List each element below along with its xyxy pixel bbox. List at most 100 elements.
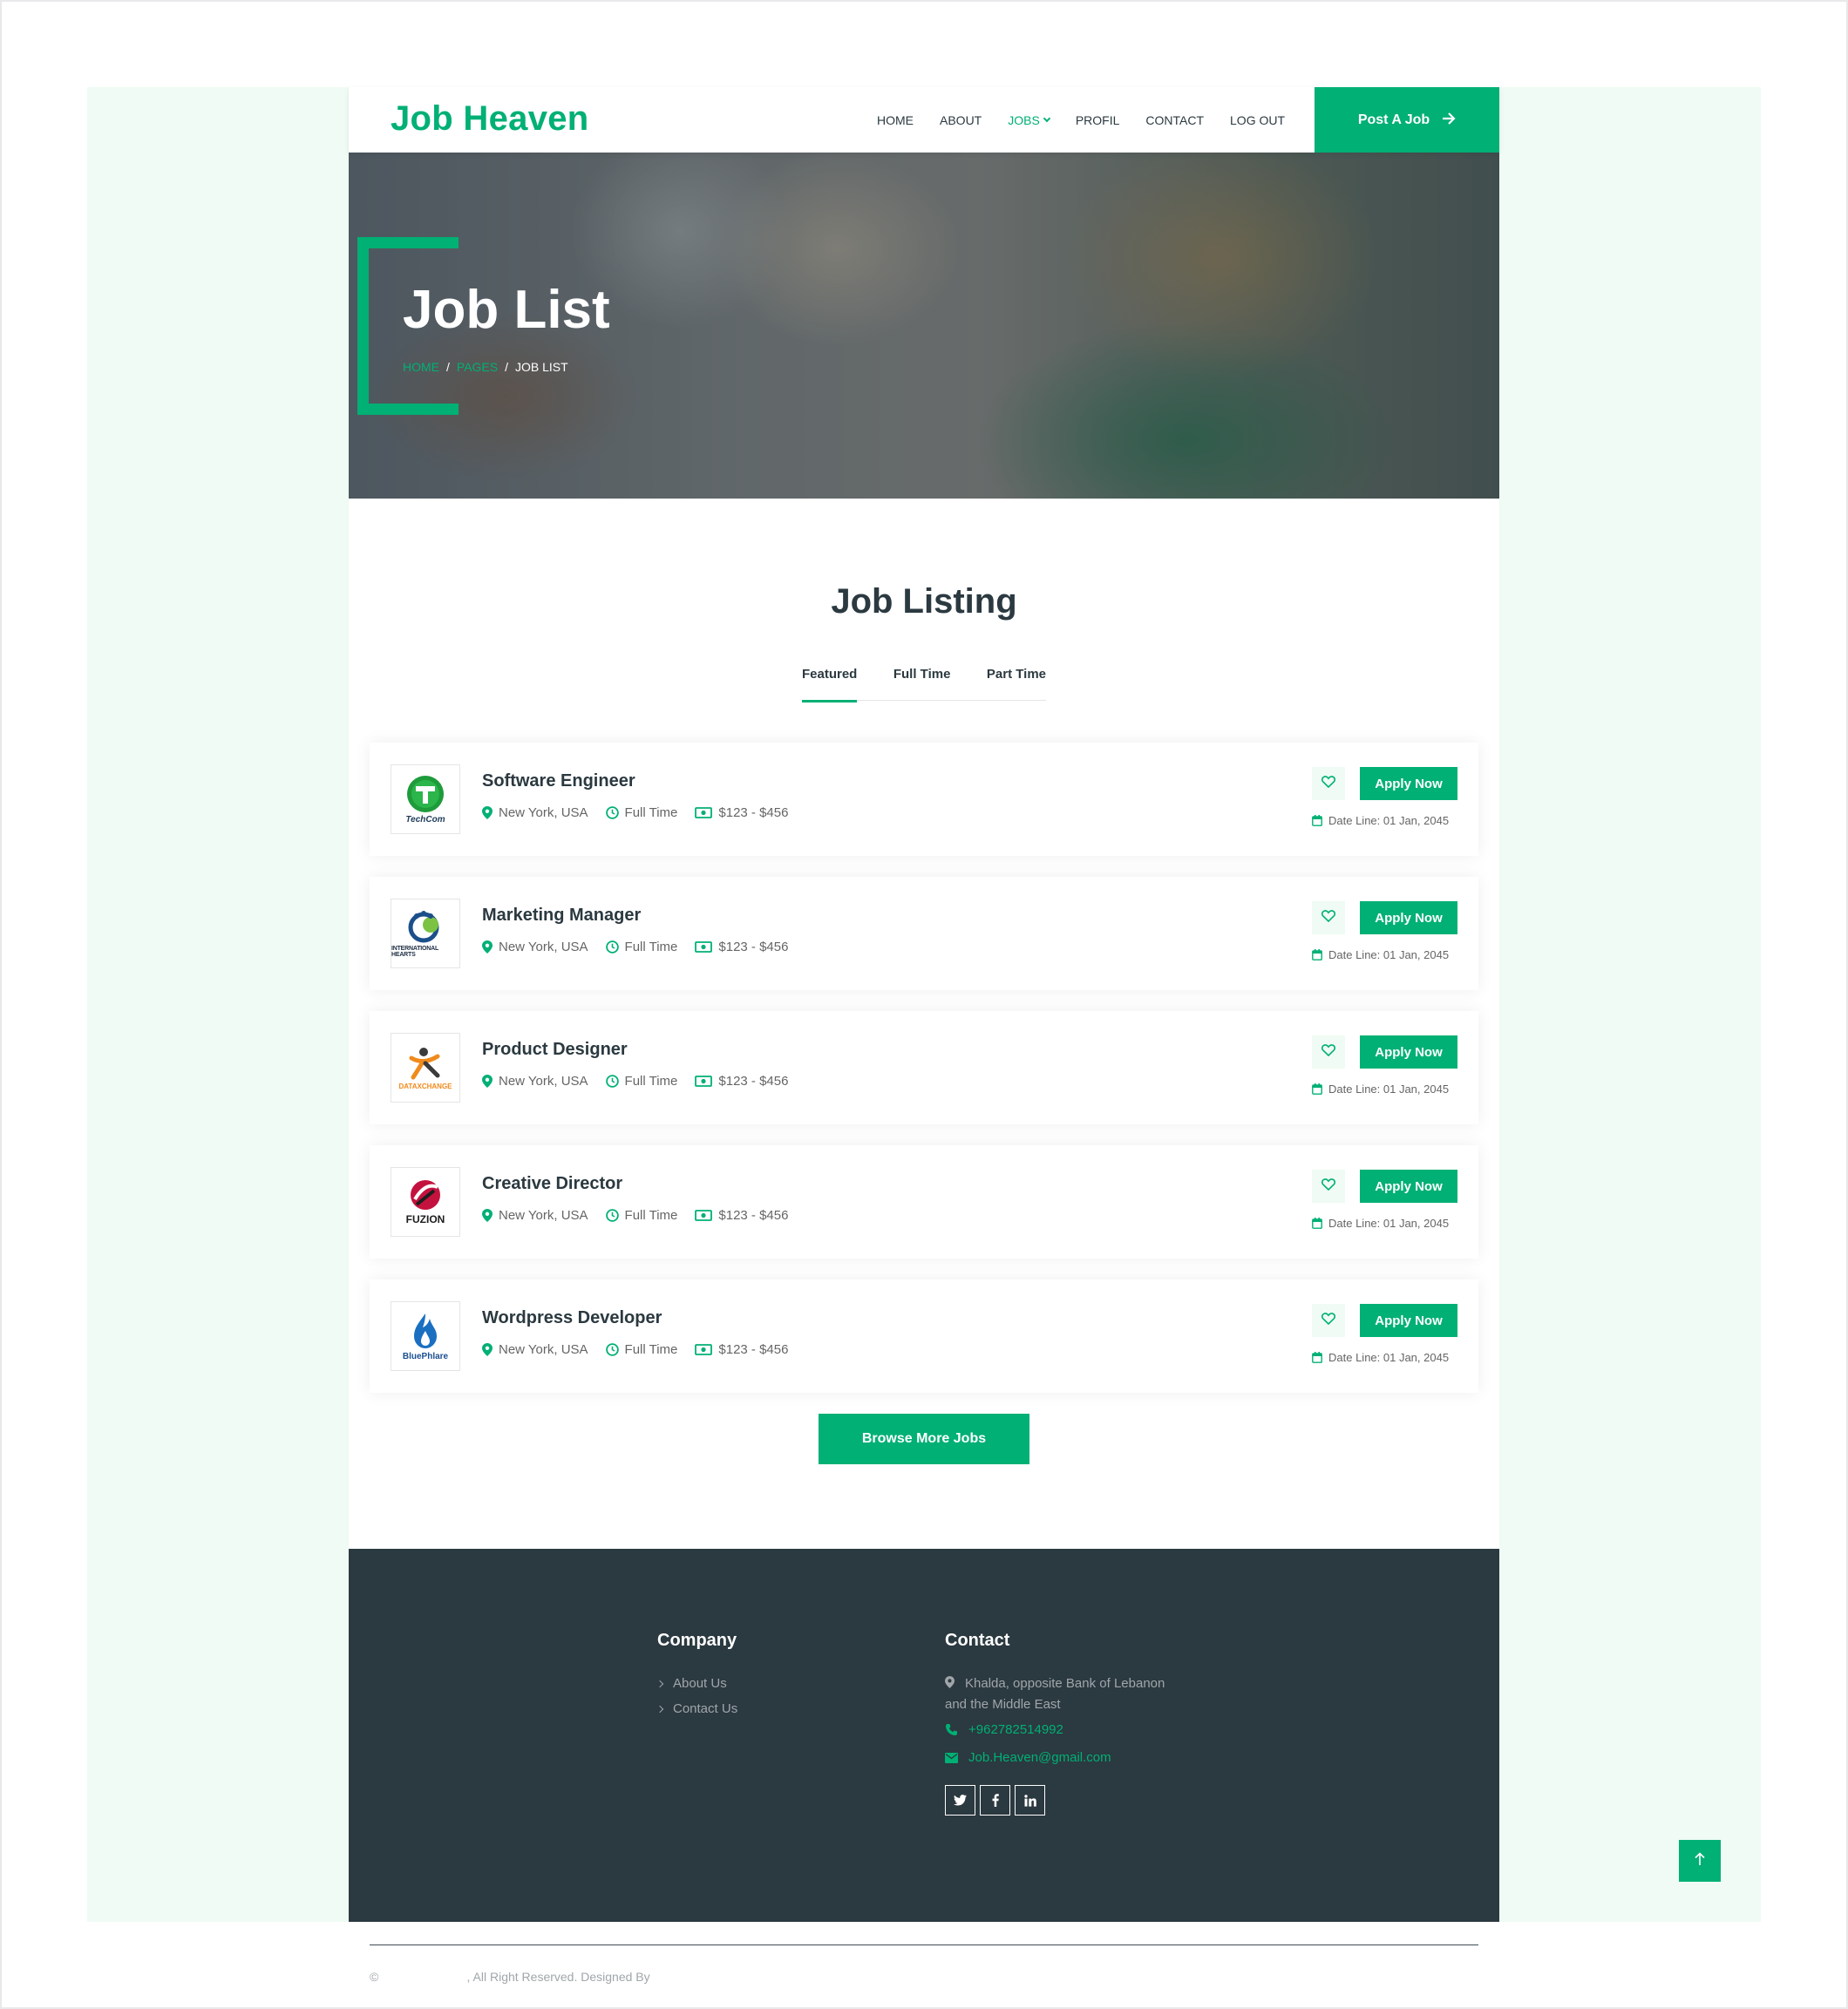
job-title[interactable]: Creative Director — [482, 1174, 622, 1194]
site-name-link[interactable]: Your Site Name — [381, 1970, 467, 1985]
job-meta: New York, USA Full Time $123 - $456 — [482, 1208, 805, 1223]
job-type-tabs: Featured Full Time Part Time — [802, 661, 1046, 702]
money-icon — [695, 807, 713, 818]
tab-part-time[interactable]: Part Time — [987, 661, 1046, 701]
nav-contact[interactable]: CONTACT — [1145, 113, 1204, 127]
heart-icon — [1321, 1312, 1336, 1329]
job-deadline: Date Line: 01 Jan, 2045 — [1312, 814, 1449, 827]
apply-now-button[interactable]: Apply Now — [1360, 1170, 1457, 1203]
job-salary: $123 - $456 — [718, 805, 789, 820]
job-list: TechCom Software Engineer New York, USA … — [370, 743, 1478, 1414]
dataxchange-logo-icon — [409, 1047, 440, 1079]
section-title: Job Listing — [831, 582, 1017, 621]
job-card: FUZION Creative Director New York, USA F… — [370, 1145, 1478, 1259]
footer-address: Khalda, opposite Bank of Lebanon and the… — [945, 1673, 1165, 1715]
job-deadline: Date Line: 01 Jan, 2045 — [1312, 1217, 1449, 1230]
job-title[interactable]: Marketing Manager — [482, 906, 641, 926]
clock-icon — [605, 806, 619, 819]
job-salary: $123 - $456 — [718, 1074, 789, 1089]
post-a-job-label: Post A Job — [1357, 112, 1430, 127]
deadline-text: Date Line: 01 Jan, 2045 — [1328, 1083, 1450, 1096]
job-type: Full Time — [624, 940, 678, 954]
heart-icon — [1321, 909, 1336, 926]
heart-icon — [1321, 775, 1336, 792]
footer-phone[interactable]: +962782514992 — [945, 1722, 1063, 1737]
facebook-icon[interactable] — [980, 1785, 1010, 1816]
breadcrumb-pages[interactable]: PAGES — [457, 360, 498, 374]
company-logo-text: TechCom — [405, 814, 445, 825]
apply-now-button[interactable]: Apply Now — [1360, 901, 1457, 934]
copyright-text: , All Right Reserved. Designed By — [466, 1970, 654, 1984]
money-icon — [695, 1076, 713, 1087]
map-marker-icon — [482, 940, 493, 954]
nav-profil[interactable]: PROFIL — [1076, 113, 1120, 127]
calendar-icon — [1312, 815, 1322, 826]
hero-banner: Job List HOME / PAGES / JOB LIST — [349, 153, 1499, 499]
job-deadline: Date Line: 01 Jan, 2045 — [1312, 1351, 1449, 1364]
footer-link-about-us[interactable]: About Us — [656, 1676, 727, 1691]
company-logo-text: BluePhlare — [402, 1351, 449, 1361]
deadline-text: Date Line: 01 Jan, 2045 — [1328, 948, 1450, 961]
nav-logout[interactable]: LOG OUT — [1230, 113, 1285, 127]
nav-about[interactable]: ABOUT — [940, 113, 982, 127]
calendar-icon — [1312, 1352, 1322, 1363]
nav-home[interactable]: HOME — [877, 113, 914, 127]
back-to-top-button[interactable] — [1679, 1840, 1721, 1882]
breadcrumb-home[interactable]: HOME — [403, 360, 439, 374]
arrow-right-icon — [1442, 111, 1456, 129]
apply-now-button[interactable]: Apply Now — [1360, 767, 1457, 800]
email-address: Job.Heaven@gmail.com — [968, 1750, 1111, 1765]
navbar: Job Heaven HOME ABOUT JOBS PROFIL CONTAC… — [349, 87, 1499, 153]
footer-home-link[interactable]: Home — [1446, 1970, 1478, 1984]
footer-email[interactable]: Job.Heaven@gmail.com — [945, 1750, 1111, 1765]
tab-featured[interactable]: Featured — [802, 661, 858, 702]
clock-icon — [605, 1209, 619, 1222]
brand-logo[interactable]: Job Heaven — [391, 99, 589, 139]
company-logo-text: DATAXCHANGE — [398, 1082, 452, 1090]
footer-link-label: About Us — [673, 1676, 727, 1691]
favorite-button[interactable] — [1312, 1170, 1345, 1203]
favorite-button[interactable] — [1312, 1035, 1345, 1069]
job-type: Full Time — [624, 1342, 678, 1357]
job-salary: $123 - $456 — [718, 940, 789, 954]
envelope-icon — [945, 1752, 958, 1763]
job-card: TechCom Software Engineer New York, USA … — [370, 743, 1478, 856]
favorite-button[interactable] — [1312, 1304, 1345, 1337]
post-a-job-button[interactable]: Post A Job — [1315, 87, 1499, 153]
job-title[interactable]: Software Engineer — [482, 771, 635, 791]
fuzion-logo-icon — [411, 1180, 440, 1210]
job-deadline: Date Line: 01 Jan, 2045 — [1312, 1083, 1449, 1096]
copyright: © Your Site Name, All Right Reserved. De… — [370, 1970, 725, 1985]
company-logo-text: INTERNATIONAL HEARTS — [391, 946, 438, 958]
address-line1: Khalda, opposite Bank of Lebanon — [965, 1676, 1165, 1691]
job-salary: $123 - $456 — [718, 1342, 789, 1357]
favorite-button[interactable] — [1312, 901, 1345, 934]
footer: Company About Us Contact Us Contact Khal… — [349, 1549, 1499, 1985]
nav-jobs[interactable]: JOBS — [1008, 113, 1051, 127]
job-title[interactable]: Wordpress Developer — [482, 1308, 662, 1328]
chevron-down-icon — [1043, 114, 1051, 122]
linkedin-icon[interactable] — [1015, 1785, 1045, 1816]
apply-now-button[interactable]: Apply Now — [1360, 1035, 1457, 1069]
clock-icon — [605, 1075, 619, 1088]
deadline-text: Date Line: 01 Jan, 2045 — [1328, 1351, 1450, 1364]
footer-link-contact-us[interactable]: Contact Us — [656, 1701, 737, 1716]
money-icon — [695, 941, 713, 953]
main-nav: HOME ABOUT JOBS PROFIL CONTACT LOG OUT — [877, 87, 1311, 153]
twitter-icon[interactable] — [945, 1785, 975, 1816]
calendar-icon — [1312, 1218, 1322, 1229]
company-logo: INTERNATIONAL HEARTS — [391, 899, 460, 968]
favorite-button[interactable] — [1312, 767, 1345, 800]
international-hearts-logo-icon — [408, 911, 439, 943]
apply-now-button[interactable]: Apply Now — [1360, 1304, 1457, 1337]
clock-icon — [605, 1343, 619, 1356]
clock-icon — [605, 940, 619, 954]
job-title[interactable]: Product Designer — [482, 1040, 628, 1060]
browse-more-jobs-button[interactable]: Browse More Jobs — [819, 1414, 1029, 1464]
tab-full-time[interactable]: Full Time — [893, 661, 951, 701]
phone-icon — [945, 1723, 958, 1736]
company-logo: DATAXCHANGE — [391, 1033, 460, 1103]
job-location: New York, USA — [499, 1074, 588, 1089]
job-type: Full Time — [624, 1074, 678, 1089]
designer-link[interactable]: HTML Codex — [653, 1970, 725, 1985]
